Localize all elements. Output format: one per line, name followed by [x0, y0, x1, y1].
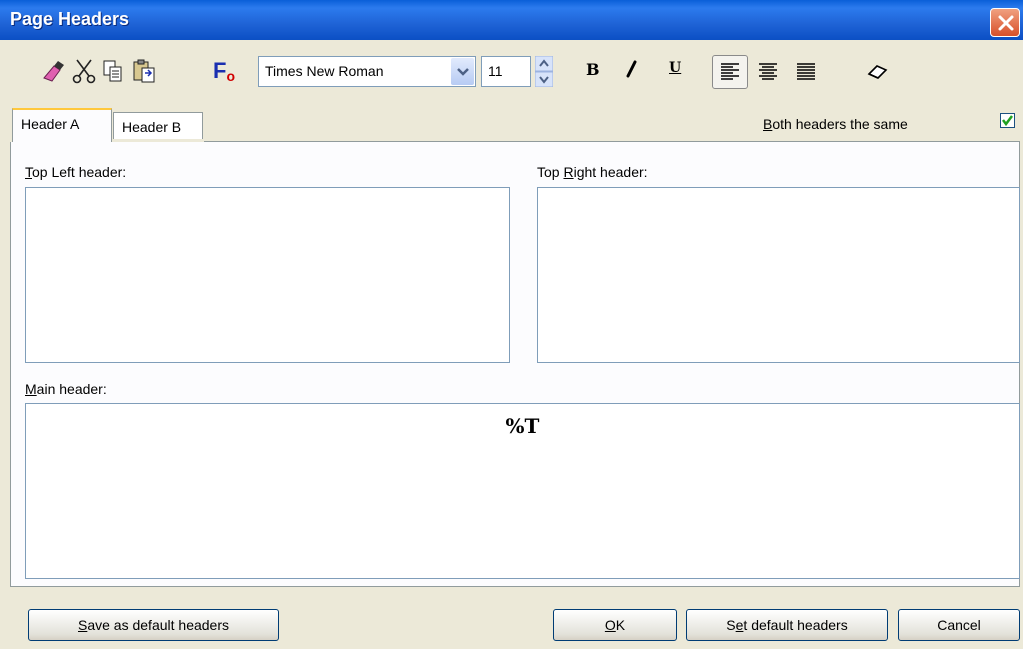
align-center-button[interactable] [750, 55, 786, 89]
align-left-button[interactable] [712, 55, 748, 89]
font-name-value: Times New Roman [265, 63, 384, 79]
top-left-label: Top Left header: [25, 164, 126, 180]
set-default-label: t default headers [743, 617, 848, 633]
bold-button[interactable]: B [586, 60, 600, 79]
tab-header-b[interactable]: Header B [113, 112, 203, 139]
align-center-icon [759, 63, 777, 80]
ok-accel: O [604, 617, 616, 633]
font-icon: F [212, 58, 227, 83]
close-button[interactable] [990, 8, 1020, 37]
save-as-default-button[interactable]: Save as default headers [28, 609, 279, 641]
both-headers-accel: B [763, 116, 773, 132]
close-icon [998, 15, 1014, 31]
italic-icon [626, 60, 637, 78]
font-size-spinner[interactable] [534, 55, 554, 88]
ok-button[interactable]: OK [553, 609, 677, 641]
main-header-label: Main header: [25, 381, 107, 397]
tab-header-a-label: Header A [21, 116, 80, 132]
font-dropdown-button[interactable] [451, 58, 474, 85]
font-size-value: 11 [488, 63, 503, 79]
main-header-accel: M [25, 381, 37, 397]
italic-button[interactable] [622, 58, 640, 84]
ok-label: K [615, 617, 626, 633]
eraser-icon [43, 61, 64, 82]
top-left-label-rest: op Left header: [32, 164, 127, 180]
title-bar: Page Headers [0, 0, 1023, 40]
eraser-button[interactable] [40, 58, 66, 84]
copy-icon [103, 60, 122, 82]
align-left-icon [721, 63, 739, 80]
tab-header-b-label: Header B [122, 119, 182, 135]
scissors-icon [72, 59, 96, 84]
font-size-input[interactable]: 11 [481, 56, 531, 87]
top-right-accel: R [563, 164, 574, 180]
top-right-label-rest: ight header: [573, 164, 648, 180]
main-header-label-rest: ain header: [36, 381, 107, 397]
eraser-clear-icon [867, 65, 888, 79]
font-color-button[interactable]: Fo [207, 58, 241, 84]
align-right-button[interactable] [788, 55, 824, 89]
save-default-accel: S [78, 617, 88, 633]
paste-icon [133, 59, 155, 83]
font-icon-sub: o [226, 68, 235, 84]
tab-header-a[interactable]: Header A [12, 108, 112, 142]
main-header-input[interactable]: %T [25, 403, 1020, 579]
save-default-label: ave as default headers [87, 617, 229, 633]
copy-button[interactable] [100, 58, 126, 84]
clear-format-button[interactable] [860, 55, 896, 89]
both-headers-checkbox[interactable] [1000, 113, 1015, 128]
set-default-button[interactable]: Set default headers [686, 609, 888, 641]
top-right-label: Top Right header: [537, 164, 648, 180]
font-name-select[interactable]: Times New Roman [258, 56, 476, 87]
top-right-label-pre: Top [537, 164, 564, 180]
cut-button[interactable] [71, 58, 97, 84]
window-title: Page Headers [10, 9, 130, 29]
main-header-value: %T [505, 414, 540, 438]
both-headers-label[interactable]: Both headers the same [763, 116, 908, 132]
top-right-header-input[interactable] [537, 187, 1020, 363]
align-justify-icon [797, 63, 815, 80]
top-left-accel: T [25, 164, 32, 180]
chevron-down-icon [456, 67, 469, 76]
set-default-pre: S [726, 617, 736, 633]
underline-button[interactable]: U [669, 60, 681, 76]
checkmark-icon [1002, 115, 1013, 127]
top-left-header-input[interactable] [25, 187, 510, 363]
paste-button[interactable] [131, 58, 157, 84]
spinner-icon [534, 55, 554, 88]
both-headers-label-rest: oth headers the same [772, 116, 908, 132]
cancel-button[interactable]: Cancel [898, 609, 1020, 641]
